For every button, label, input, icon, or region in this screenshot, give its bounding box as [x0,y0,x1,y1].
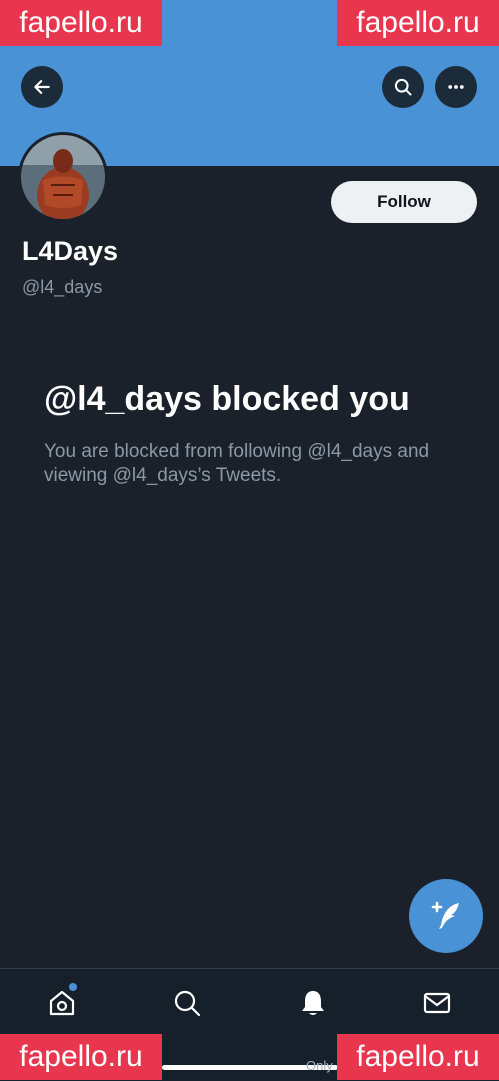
blocked-description: You are blocked from following @l4_days … [44,441,430,486]
arrow-left-icon [34,80,50,94]
more-button[interactable] [435,66,477,108]
watermark-top-right: fapello.ru [337,0,499,46]
search-button[interactable] [382,66,424,108]
avatar[interactable] [18,132,108,222]
tab-search[interactable] [171,987,203,1019]
user-handle: @l4_days [22,277,103,297]
watermark-bottom-right: fapello.ru [337,1034,499,1080]
display-name: L4Days [22,236,119,266]
bottom-overlay-text: Only [306,1058,333,1073]
blocked-title: @l4_days blocked you [44,380,410,418]
tab-messages[interactable] [421,987,453,1019]
bell-icon [302,991,324,1015]
watermark-bottom-left: fapello.ru [0,1034,162,1080]
tab-notifications[interactable] [297,987,329,1019]
tab-home[interactable] [46,987,78,1019]
home-icon [49,990,75,1016]
follow-button[interactable]: Follow [331,181,477,223]
compose-tweet-button[interactable] [409,879,483,953]
search-icon [394,78,412,96]
search-icon [174,990,201,1017]
compose-tweet-icon [431,901,459,929]
mail-icon [423,992,451,1014]
back-button[interactable] [21,66,63,108]
more-horizontal-icon [448,85,464,89]
watermark-top-left: fapello.ru [0,0,162,46]
home-notification-dot [69,983,77,991]
